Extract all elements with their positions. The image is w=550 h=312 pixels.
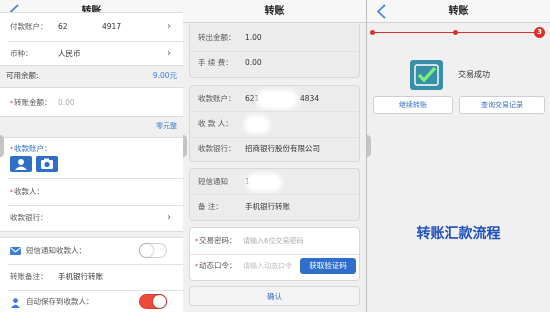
chevron-right-icon: › (167, 21, 171, 32)
step-number: 3 (534, 27, 545, 38)
currency-row[interactable]: 币种： 人民币 › (0, 42, 183, 66)
nav-bar: 转账 (367, 0, 550, 23)
password-row: *交易密码： 请输入6位交易密码 (190, 229, 359, 253)
transfer-confirm-screen: 转账 转出金额： 1.00 手 续 费： 0.00 收款账户： 621 4834… (183, 0, 366, 312)
camera-icon (41, 158, 53, 169)
fee-label: 手 续 费： (198, 58, 233, 67)
password-input[interactable]: 请输入6位交易密码 (243, 229, 303, 253)
mail-icon (10, 247, 21, 255)
out-amount-label: 转出金额： (198, 33, 236, 42)
page-title: 转账 (448, 6, 469, 17)
payee-row[interactable]: *收款人： (0, 180, 183, 204)
payee-bank-value: 招商银行股份有限公司 (245, 144, 320, 153)
pay-account-value: 62 (58, 22, 68, 31)
step-dot (453, 30, 458, 35)
drawer-handle[interactable] (0, 135, 4, 157)
chevron-right-icon: › (167, 212, 171, 223)
amount-summary-box: 转出金额： 1.00 手 续 费： 0.00 (189, 24, 360, 78)
payee-account-value: 621 (245, 94, 260, 103)
drawer-handle[interactable] (183, 135, 187, 157)
memo-input[interactable]: 手机银行转账 (58, 265, 103, 289)
contact-icon (15, 159, 27, 170)
get-code-button[interactable]: 获取验证码 (300, 258, 356, 274)
person-icon (11, 298, 20, 308)
options-group: 短信通知收款人： 转账备注： 手机银行转账 自动保存到收款人： (0, 237, 183, 312)
nav-bar: 转账 (183, 0, 366, 23)
pay-account-tail: 4917 (102, 22, 122, 31)
out-amount-value: 1.00 (245, 33, 262, 42)
payee-summary-box: 收款账户： 621 4834 收 款 人： 收款银行： 招商银行股份有限公司 (189, 85, 360, 162)
amount-row[interactable]: *转账金额： 0.00 (0, 91, 183, 115)
confirm-button[interactable]: 确认 (189, 286, 360, 306)
masked-payee (248, 119, 266, 130)
payee-account-tail: 4834 (300, 94, 320, 103)
currency-label: 币种： (10, 49, 33, 58)
autosave-row: 自动保存到收款人： (0, 290, 183, 312)
autosave-toggle[interactable] (139, 294, 167, 309)
otp-label: 动态口令： (199, 261, 237, 270)
available-balance-row: 可用余额: 9.00元 (0, 66, 183, 86)
autosave-label: 自动保存到收款人： (26, 297, 94, 306)
auth-group: *交易密码： 请输入6位交易密码 *动态口令： 请输入动态口令 获取验证码 (189, 227, 360, 281)
amount-input[interactable]: 0.00 (58, 91, 75, 115)
amount-group: *转账金额： 0.00 (0, 87, 183, 117)
masked-digits (260, 94, 294, 105)
payee-account-label: 收款账户： (198, 94, 236, 103)
pay-account-row[interactable]: 付款账户： 62 4917 › (0, 15, 183, 39)
camera-button[interactable] (36, 156, 58, 172)
account-group: 付款账户： 62 4917 › 币种： 人民币 › (0, 12, 183, 66)
flow-caption: 转账汇款流程 (416, 226, 501, 242)
back-chevron-icon[interactable] (375, 4, 389, 19)
transfer-result-screen: 转账 3 交易成功 继续转账 查询交易记录 转账汇款流程 (367, 0, 550, 312)
pay-account-label: 付款账户： (10, 22, 48, 31)
available-label: 可用余额: (6, 71, 39, 80)
query-records-button[interactable]: 查询交易记录 (459, 96, 545, 114)
payee-group: *收款账户： *收款人： 收款银行： › (0, 137, 183, 232)
otp-row: *动态口令： 请输入动态口令 获取验证码 (190, 254, 359, 278)
payee-bank-label: 收款银行： (10, 213, 48, 222)
fee-value: 0.00 (245, 58, 262, 67)
available-value: 9.00元 (152, 71, 177, 80)
success-text: 交易成功 (458, 70, 490, 79)
chevron-right-icon: › (167, 48, 171, 59)
sms-row: 短信通知收款人： (0, 239, 183, 263)
payee-label: 收 款 人： (198, 119, 233, 128)
payee-label: 收款人： (14, 187, 44, 196)
continue-transfer-button[interactable]: 继续转账 (373, 96, 453, 114)
contact-button[interactable] (10, 156, 32, 172)
password-label: 交易密码： (199, 236, 237, 245)
payee-account-label: 收款账户： (14, 144, 52, 153)
sms-label: 短信通知 (198, 177, 228, 186)
step-progress: 3 (367, 26, 550, 40)
amount-label: 转账金额： (14, 98, 52, 107)
memo-row[interactable]: 转账备注： 手机银行转账 (0, 265, 183, 289)
transfer-form-screen: 转账 付款账户： 62 4917 › 币种： 人民币 › 可用余额: 9.00元… (0, 0, 183, 312)
amount-in-words: 零元整 (156, 122, 177, 130)
drawer-handle[interactable] (367, 135, 371, 157)
page-title: 转账 (264, 6, 285, 17)
sms-toggle[interactable] (139, 243, 167, 258)
otp-input[interactable]: 请输入动态口令 (243, 254, 292, 278)
payee-bank-row[interactable]: 收款银行： › (0, 206, 183, 230)
masked-phone (250, 177, 278, 188)
currency-value: 人民币 (58, 49, 81, 58)
step-dot (370, 30, 375, 35)
memo-label: 转账备注： (10, 272, 48, 281)
memo-value: 手机银行转账 (245, 202, 290, 211)
memo-label: 备 注： (198, 202, 223, 211)
notice-summary-box: 短信通知 1 备 注： 手机银行转账 (189, 168, 360, 221)
sms-label: 短信通知收款人： (26, 246, 86, 255)
payee-bank-label: 收款银行： (198, 144, 236, 153)
success-check-icon (410, 60, 443, 90)
